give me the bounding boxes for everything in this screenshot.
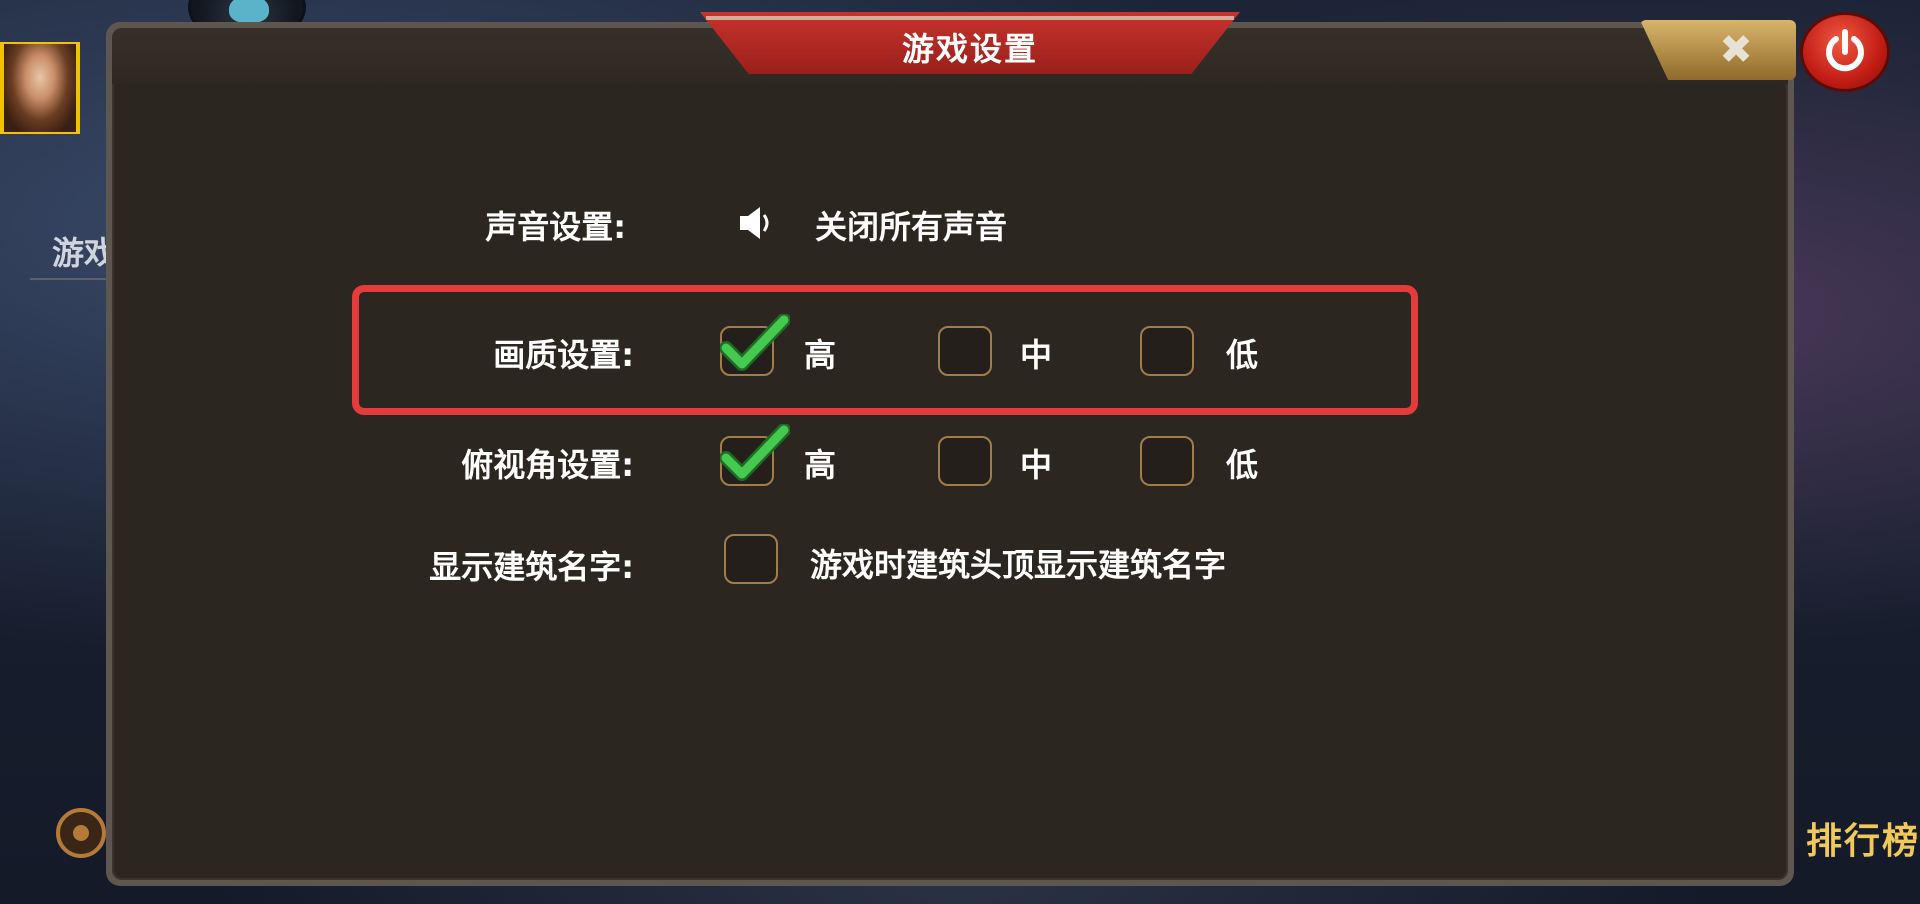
avatar-image <box>4 44 76 132</box>
player-avatar[interactable] <box>0 42 80 134</box>
view-angle-medium-checkbox[interactable] <box>938 436 992 486</box>
view-angle-setting-label: 俯视角设置: <box>461 446 634 484</box>
building-names-description: 游戏时建筑头顶显示建筑名字 <box>810 546 1227 584</box>
check-icon <box>720 424 790 481</box>
graphics-low-label: 低 <box>1226 336 1259 374</box>
dialog-title: 游戏设置 <box>901 30 1038 68</box>
mute-all-sound-option[interactable]: 关闭所有声音 <box>815 202 1007 248</box>
power-button[interactable] <box>1800 12 1890 92</box>
power-icon <box>1826 29 1864 72</box>
view-angle-medium-label: 中 <box>1020 446 1053 484</box>
speaker-icon[interactable] <box>736 204 780 242</box>
graphics-low-checkbox[interactable] <box>1140 326 1194 376</box>
graphics-medium-checkbox[interactable] <box>938 326 992 376</box>
check-icon <box>720 314 790 371</box>
graphics-setting-label: 画质设置: <box>493 336 634 374</box>
divider <box>30 278 110 280</box>
graphics-high-checkbox[interactable] <box>720 314 790 376</box>
graphics-high-label: 高 <box>804 336 837 374</box>
view-angle-high-checkbox[interactable] <box>720 424 790 486</box>
graphics-medium-label: 中 <box>1020 336 1053 374</box>
sound-setting-label: 声音设置: <box>485 208 626 246</box>
close-icon: ✖ <box>1719 27 1753 73</box>
building-names-checkbox[interactable] <box>724 534 778 584</box>
view-angle-high-label: 高 <box>804 446 837 484</box>
fish-icon <box>229 0 269 23</box>
building-names-setting-label: 显示建筑名字: <box>429 548 634 586</box>
wheel-icon[interactable] <box>56 808 106 858</box>
rank-button[interactable]: 排行榜 <box>1806 812 1920 864</box>
close-button[interactable]: ✖ <box>1704 22 1768 78</box>
view-angle-low-checkbox[interactable] <box>1140 436 1194 486</box>
view-angle-low-label: 低 <box>1226 446 1259 484</box>
